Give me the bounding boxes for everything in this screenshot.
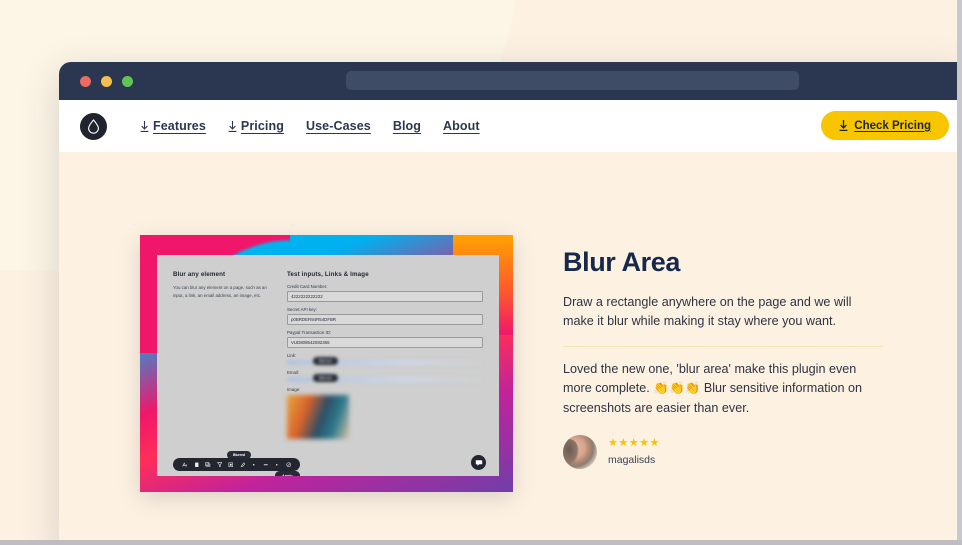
framed-screenshot-area: Features Pricing Use-Cases Blog About Ch… bbox=[0, 0, 962, 545]
crop-icon[interactable] bbox=[228, 462, 234, 468]
nav-link-label: Features bbox=[153, 119, 206, 133]
maximize-window-button[interactable] bbox=[122, 75, 133, 87]
mockup-left-paragraph: You can blur any element on a page, such… bbox=[173, 285, 267, 299]
check-pricing-label: Check Pricing bbox=[854, 119, 931, 132]
mockup-right-column: Test inputs, Links & Image Credit Card N… bbox=[227, 255, 499, 476]
window-controls[interactable] bbox=[80, 75, 133, 87]
rating-stars: ★★★★★ bbox=[608, 436, 660, 449]
browser-window: Features Pricing Use-Cases Blog About Ch… bbox=[59, 62, 962, 545]
screenshot-preview-card[interactable]: Blur any element You can blur any elemen… bbox=[140, 235, 513, 492]
nav-link-label: Use-Cases bbox=[305, 119, 371, 133]
mockup-field-label: Credit Card Number: bbox=[286, 284, 328, 289]
minimize-window-button[interactable] bbox=[101, 75, 112, 87]
testimonial-quote: Loved the new one, 'blur area' make this… bbox=[563, 362, 863, 415]
browser-chrome-bar bbox=[59, 62, 962, 100]
nav-link-label: Pricing bbox=[240, 119, 284, 133]
url-input[interactable] bbox=[346, 71, 799, 90]
blurred-badge: Blurred bbox=[312, 374, 338, 382]
page-canvas: Features Pricing Use-Cases Blog About Ch… bbox=[0, 0, 962, 545]
file-icon[interactable] bbox=[194, 462, 200, 468]
reviewer-name: magalisds bbox=[608, 453, 656, 466]
frame-edge-bottom bbox=[0, 540, 962, 545]
mockup-toolbar[interactable] bbox=[173, 458, 300, 471]
minus-icon[interactable] bbox=[263, 462, 269, 468]
copy-icon[interactable] bbox=[205, 462, 211, 468]
nav-link-label: Blog bbox=[392, 119, 421, 133]
check-pricing-button[interactable]: Check Pricing bbox=[821, 111, 949, 140]
mockup-field-label: Secret API key: bbox=[286, 307, 317, 312]
feature-row: Blur any element You can blur any elemen… bbox=[59, 235, 962, 492]
mockup-right-heading: Test inputs, Links & Image bbox=[286, 271, 369, 278]
download-arrow-icon bbox=[140, 120, 149, 132]
divider bbox=[563, 346, 883, 348]
pen-icon[interactable] bbox=[240, 462, 246, 468]
blurred-email-value: Blurred bbox=[286, 374, 483, 382]
filter-icon[interactable] bbox=[216, 462, 223, 468]
nav-link-about[interactable]: About bbox=[443, 119, 480, 133]
chat-bubble-icon[interactable] bbox=[471, 455, 486, 470]
feature-title: Blur Area bbox=[563, 247, 680, 277]
nav-link-label: About bbox=[443, 119, 480, 133]
testimonial-author: ★★★★★ magalisds bbox=[563, 434, 883, 469]
settings-icon[interactable] bbox=[285, 462, 292, 468]
blurred-badge: Blurred bbox=[312, 357, 338, 365]
text-icon[interactable] bbox=[182, 462, 188, 468]
mockup-field-label: Paypal Transaction ID: bbox=[286, 330, 332, 335]
feature-description: Draw a rectangle anywhere on the page an… bbox=[563, 295, 852, 329]
close-window-button[interactable] bbox=[80, 75, 91, 87]
avatar bbox=[563, 434, 597, 469]
mockup-left-column: Blur any element You can blur any elemen… bbox=[157, 255, 287, 476]
frame-edge-right bbox=[957, 0, 962, 545]
mockup-image-label: Image: bbox=[286, 387, 301, 392]
nav-link-use-cases[interactable]: Use-Cases bbox=[306, 119, 371, 133]
download-arrow-icon bbox=[228, 120, 237, 132]
mockup-left-heading: Blur any element bbox=[173, 271, 226, 278]
site-navbar: Features Pricing Use-Cases Blog About Ch… bbox=[59, 100, 962, 152]
mockup-app-window: Blur any element You can blur any elemen… bbox=[157, 255, 499, 476]
blurred-link-value: Blurred bbox=[286, 357, 483, 365]
api-key-input[interactable]: p0BRDER94R54DFBR bbox=[286, 314, 483, 325]
water-drop-icon[interactable] bbox=[80, 112, 107, 140]
site-body: Blur any element You can blur any elemen… bbox=[59, 152, 962, 545]
nav-links: Features Pricing Use-Cases Blog About bbox=[140, 119, 480, 133]
dot-icon[interactable] bbox=[251, 462, 257, 468]
blurred-image bbox=[286, 395, 349, 439]
nav-link-pricing[interactable]: Pricing bbox=[228, 119, 284, 133]
nav-link-features[interactable]: Features bbox=[140, 119, 206, 133]
download-arrow-icon bbox=[839, 120, 848, 131]
nav-link-blog[interactable]: Blog bbox=[393, 119, 421, 133]
feature-text-block: Blur Area Draw a rectangle anywhere on t… bbox=[563, 235, 883, 492]
dot2-icon[interactable] bbox=[274, 462, 280, 468]
transaction-id-input[interactable]: VUD808542082365 bbox=[286, 337, 483, 348]
credit-card-input[interactable]: 4222222222222 bbox=[286, 291, 483, 302]
apply-button[interactable]: Apply bbox=[275, 471, 300, 476]
